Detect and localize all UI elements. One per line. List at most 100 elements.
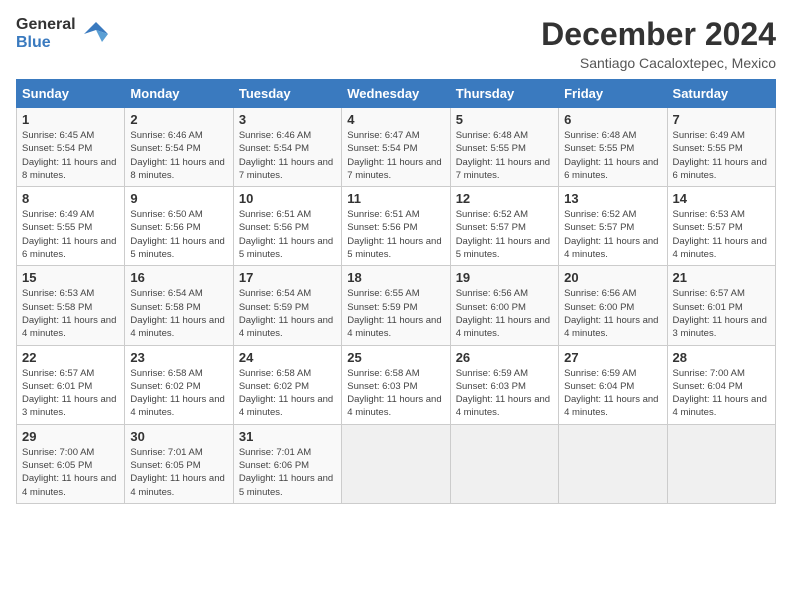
calendar-cell: 24 Sunrise: 6:58 AM Sunset: 6:02 PM Dayli… xyxy=(233,345,341,424)
day-number: 10 xyxy=(239,191,336,206)
day-number: 9 xyxy=(130,191,227,206)
day-number: 27 xyxy=(564,350,661,365)
day-number: 20 xyxy=(564,270,661,285)
day-detail: Sunrise: 6:54 AM Sunset: 5:59 PM Dayligh… xyxy=(239,287,336,340)
day-detail: Sunrise: 6:58 AM Sunset: 6:02 PM Dayligh… xyxy=(130,367,227,420)
col-saturday: Saturday xyxy=(667,80,775,108)
day-number: 22 xyxy=(22,350,119,365)
calendar-cell: 26Sunrise: 6:59 AM Sunset: 6:03 PM Dayli… xyxy=(450,345,558,424)
calendar-cell: 8 Sunrise: 6:49 AM Sunset: 5:55 PM Daylig… xyxy=(17,187,125,266)
day-number: 30 xyxy=(130,429,227,444)
col-tuesday: Tuesday xyxy=(233,80,341,108)
day-number: 14 xyxy=(673,191,770,206)
day-detail: Sunrise: 6:59 AM Sunset: 6:04 PM Dayligh… xyxy=(564,367,661,420)
day-detail: Sunrise: 6:55 AM Sunset: 5:59 PM Dayligh… xyxy=(347,287,444,340)
day-detail: Sunrise: 7:00 AM Sunset: 6:04 PM Dayligh… xyxy=(673,367,770,420)
logo: General Blue xyxy=(16,16,110,53)
day-number: 11 xyxy=(347,191,444,206)
calendar-cell xyxy=(342,424,450,503)
calendar-cell: 14 Sunrise: 6:53 AM Sunset: 5:57 PM Dayli… xyxy=(667,187,775,266)
calendar-cell: 5 Sunrise: 6:48 AM Sunset: 5:55 PM Daylig… xyxy=(450,108,558,187)
day-number: 13 xyxy=(564,191,661,206)
day-detail: Sunrise: 7:01 AM Sunset: 6:05 PM Dayligh… xyxy=(130,446,227,499)
calendar-cell: 23Sunrise: 6:58 AM Sunset: 6:02 PM Dayli… xyxy=(125,345,233,424)
calendar-cell: 10 Sunrise: 6:51 AM Sunset: 5:56 PM Dayli… xyxy=(233,187,341,266)
day-detail: Sunrise: 6:47 AM Sunset: 5:54 PM Dayligh… xyxy=(347,129,444,182)
day-detail: Sunrise: 6:53 AM Sunset: 5:58 PM Dayligh… xyxy=(22,287,119,340)
title-area: December 2024 Santiago Cacaloxtepec, Mex… xyxy=(541,16,776,71)
day-number: 17 xyxy=(239,270,336,285)
calendar-cell xyxy=(559,424,667,503)
calendar-week: 8 Sunrise: 6:49 AM Sunset: 5:55 PM Daylig… xyxy=(17,187,776,266)
day-detail: Sunrise: 6:51 AM Sunset: 5:56 PM Dayligh… xyxy=(347,208,444,261)
calendar-cell: 25 Sunrise: 6:58 AM Sunset: 6:03 PM Dayli… xyxy=(342,345,450,424)
calendar-cell: 18Sunrise: 6:55 AM Sunset: 5:59 PM Dayli… xyxy=(342,266,450,345)
day-detail: Sunrise: 6:56 AM Sunset: 6:00 PM Dayligh… xyxy=(564,287,661,340)
day-number: 3 xyxy=(239,112,336,127)
calendar-cell: 13 Sunrise: 6:52 AM Sunset: 5:57 PM Dayli… xyxy=(559,187,667,266)
day-number: 24 xyxy=(239,350,336,365)
calendar-cell: 27 Sunrise: 6:59 AM Sunset: 6:04 PM Dayli… xyxy=(559,345,667,424)
calendar-cell: 15 Sunrise: 6:53 AM Sunset: 5:58 PM Dayli… xyxy=(17,266,125,345)
day-number: 26 xyxy=(456,350,553,365)
calendar-cell xyxy=(450,424,558,503)
day-detail: Sunrise: 6:48 AM Sunset: 5:55 PM Dayligh… xyxy=(456,129,553,182)
day-number: 19 xyxy=(456,270,553,285)
day-number: 15 xyxy=(22,270,119,285)
calendar-cell: 2 Sunrise: 6:46 AM Sunset: 5:54 PM Daylig… xyxy=(125,108,233,187)
calendar-cell: 17 Sunrise: 6:54 AM Sunset: 5:59 PM Dayli… xyxy=(233,266,341,345)
calendar-cell xyxy=(667,424,775,503)
day-detail: Sunrise: 6:49 AM Sunset: 5:55 PM Dayligh… xyxy=(673,129,770,182)
day-detail: Sunrise: 6:48 AM Sunset: 5:55 PM Dayligh… xyxy=(564,129,661,182)
calendar-cell: 28Sunrise: 7:00 AM Sunset: 6:04 PM Dayli… xyxy=(667,345,775,424)
day-number: 25 xyxy=(347,350,444,365)
calendar-week: 29Sunrise: 7:00 AM Sunset: 6:05 PM Dayli… xyxy=(17,424,776,503)
day-detail: Sunrise: 6:52 AM Sunset: 5:57 PM Dayligh… xyxy=(456,208,553,261)
col-monday: Monday xyxy=(125,80,233,108)
day-detail: Sunrise: 6:52 AM Sunset: 5:57 PM Dayligh… xyxy=(564,208,661,261)
day-number: 5 xyxy=(456,112,553,127)
calendar-cell: 6 Sunrise: 6:48 AM Sunset: 5:55 PM Daylig… xyxy=(559,108,667,187)
day-detail: Sunrise: 7:00 AM Sunset: 6:05 PM Dayligh… xyxy=(22,446,119,499)
calendar-cell: 9 Sunrise: 6:50 AM Sunset: 5:56 PM Daylig… xyxy=(125,187,233,266)
col-friday: Friday xyxy=(559,80,667,108)
calendar-cell: 1 Sunrise: 6:45 AM Sunset: 5:54 PM Daylig… xyxy=(17,108,125,187)
day-detail: Sunrise: 6:58 AM Sunset: 6:02 PM Dayligh… xyxy=(239,367,336,420)
day-detail: Sunrise: 6:57 AM Sunset: 6:01 PM Dayligh… xyxy=(22,367,119,420)
day-detail: Sunrise: 6:45 AM Sunset: 5:54 PM Dayligh… xyxy=(22,129,119,182)
calendar-cell: 19 Sunrise: 6:56 AM Sunset: 6:00 PM Dayli… xyxy=(450,266,558,345)
calendar-cell: 29Sunrise: 7:00 AM Sunset: 6:05 PM Dayli… xyxy=(17,424,125,503)
calendar-cell: 31Sunrise: 7:01 AM Sunset: 6:06 PM Dayli… xyxy=(233,424,341,503)
day-detail: Sunrise: 6:46 AM Sunset: 5:54 PM Dayligh… xyxy=(130,129,227,182)
header: General Blue December 2024 Santiago Caca… xyxy=(16,16,776,71)
main-title: December 2024 xyxy=(541,16,776,53)
calendar-cell: 4 Sunrise: 6:47 AM Sunset: 5:54 PM Daylig… xyxy=(342,108,450,187)
day-number: 4 xyxy=(347,112,444,127)
calendar-table: Sunday Monday Tuesday Wednesday Thursday… xyxy=(16,79,776,504)
calendar-week: 15 Sunrise: 6:53 AM Sunset: 5:58 PM Dayli… xyxy=(17,266,776,345)
day-detail: Sunrise: 6:53 AM Sunset: 5:57 PM Dayligh… xyxy=(673,208,770,261)
calendar-cell: 20 Sunrise: 6:56 AM Sunset: 6:00 PM Dayli… xyxy=(559,266,667,345)
day-detail: Sunrise: 6:46 AM Sunset: 5:54 PM Dayligh… xyxy=(239,129,336,182)
day-number: 8 xyxy=(22,191,119,206)
day-number: 12 xyxy=(456,191,553,206)
calendar-cell: 11 Sunrise: 6:51 AM Sunset: 5:56 PM Dayli… xyxy=(342,187,450,266)
day-number: 16 xyxy=(130,270,227,285)
day-number: 2 xyxy=(130,112,227,127)
header-row: Sunday Monday Tuesday Wednesday Thursday… xyxy=(17,80,776,108)
day-detail: Sunrise: 6:58 AM Sunset: 6:03 PM Dayligh… xyxy=(347,367,444,420)
calendar-cell: 21Sunrise: 6:57 AM Sunset: 6:01 PM Dayli… xyxy=(667,266,775,345)
day-detail: Sunrise: 6:50 AM Sunset: 5:56 PM Dayligh… xyxy=(130,208,227,261)
calendar-cell: 22 Sunrise: 6:57 AM Sunset: 6:01 PM Dayli… xyxy=(17,345,125,424)
day-number: 6 xyxy=(564,112,661,127)
calendar-cell: 30 Sunrise: 7:01 AM Sunset: 6:05 PM Dayli… xyxy=(125,424,233,503)
calendar-week: 22 Sunrise: 6:57 AM Sunset: 6:01 PM Dayli… xyxy=(17,345,776,424)
day-detail: Sunrise: 6:54 AM Sunset: 5:58 PM Dayligh… xyxy=(130,287,227,340)
calendar-cell: 3 Sunrise: 6:46 AM Sunset: 5:54 PM Daylig… xyxy=(233,108,341,187)
calendar-cell: 7Sunrise: 6:49 AM Sunset: 5:55 PM Daylig… xyxy=(667,108,775,187)
day-detail: Sunrise: 6:49 AM Sunset: 5:55 PM Dayligh… xyxy=(22,208,119,261)
day-detail: Sunrise: 7:01 AM Sunset: 6:06 PM Dayligh… xyxy=(239,446,336,499)
day-detail: Sunrise: 6:56 AM Sunset: 6:00 PM Dayligh… xyxy=(456,287,553,340)
day-number: 1 xyxy=(22,112,119,127)
day-detail: Sunrise: 6:51 AM Sunset: 5:56 PM Dayligh… xyxy=(239,208,336,261)
